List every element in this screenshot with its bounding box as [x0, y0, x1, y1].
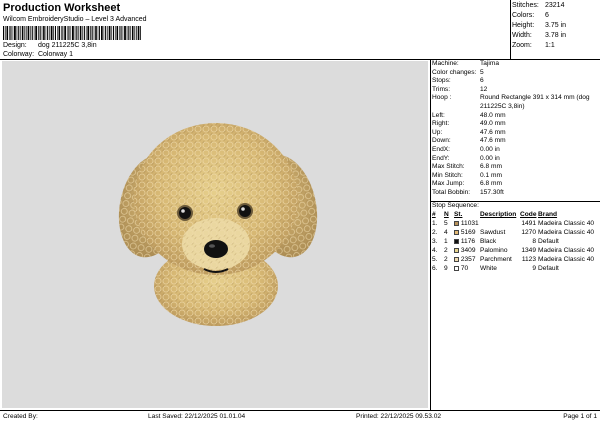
stop-sequence-header: # N St. Description Code Brand [432, 210, 598, 219]
worksheet-title: Production Worksheet [3, 2, 121, 14]
design-label: Design: [3, 42, 27, 49]
panel-divider [430, 59, 431, 410]
design-row: Design: dog 211225C 3,8in [3, 42, 97, 49]
info-max-jump: Max Jump: 6.8 mm [432, 180, 502, 188]
color-swatch [454, 247, 459, 253]
color-swatch [454, 238, 459, 244]
stat-height: Height: 3.75 in [512, 22, 567, 29]
info-stops: Stops: 6 [432, 77, 484, 85]
stop-sequence-title: Stop Sequence: [432, 202, 479, 209]
col-stitches: St. [454, 211, 463, 218]
stat-colors: Colors: 6 [512, 12, 549, 19]
col-needle: N [444, 211, 449, 218]
last-saved: Last Saved: 22/12/2025 01.01.04 [148, 413, 246, 420]
embroidery-dog-image [118, 123, 318, 326]
stat-width: Width: 3.78 in [512, 32, 567, 39]
col-brand: Brand [538, 211, 558, 218]
info-min-stitch: Min Stitch: 0.1 mm [432, 171, 502, 179]
design-value: dog 211225C 3,8in [37, 42, 97, 49]
table-row: 6. 9 70 White 9 Default [432, 265, 559, 272]
table-row: 2. 4 5169 Sawdust 1270 Madeira Classic 4… [432, 229, 595, 236]
software-name: Wilcom EmbroideryStudio – Level 3 Advanc… [3, 16, 147, 23]
col-number: # [432, 211, 436, 218]
info-color-changes: Color changes: 5 [432, 68, 484, 76]
table-row: 1. 5 11031 1491 Madeira Classic 40 [432, 220, 595, 227]
info-total-bobbin: Total Bobbin: 157.30ft [432, 188, 504, 196]
info-left: Left: 48.0 mm [432, 111, 506, 119]
color-swatch [454, 220, 459, 226]
color-swatch [454, 256, 459, 262]
info-endx: EndX: 0.00 in [432, 145, 500, 153]
barcode [3, 26, 141, 40]
table-row: 5. 2 2357 Parchment 1123 Madeira Classic… [432, 256, 595, 263]
info-right: Right: 49.0 mm [432, 120, 506, 128]
stat-stitches: Stitches: 23214 [512, 2, 565, 9]
colorway-row: Colorway: Colorway 1 [3, 51, 73, 58]
machine-info: Machine: Tajima Color changes: 5 Stops: 6 T… [432, 60, 598, 198]
design-preview [2, 61, 428, 408]
created-by: Created By: [3, 413, 38, 420]
info-trims: Trims: 12 [432, 85, 488, 93]
colorway-value: Colorway 1 [37, 51, 73, 58]
worksheet-footer: Created By: Last Saved: 22/12/2025 01.01… [0, 411, 600, 424]
info-up: Up: 47.6 mm [432, 128, 506, 136]
colorway-label: Colorway: [3, 51, 35, 58]
col-description: Description [480, 211, 517, 218]
info-down: Down: 47.6 mm [432, 137, 506, 145]
printed-date: Printed: 22/12/2025 09.53.02 [356, 413, 442, 420]
design-stats: Stitches: 23214 Colors: 6 Height: 3.75 in W… [512, 1, 598, 51]
col-code: Code [520, 211, 537, 218]
page-number: Page 1 of 1 [563, 413, 597, 420]
stat-zoom: Zoom: 1:1 [512, 42, 555, 49]
table-row: 3. 1 1176 Black 8 Default [432, 238, 559, 245]
info-endy: EndY: 0.00 in [432, 154, 500, 162]
info-machine: Machine: Tajima [432, 60, 500, 67]
info-max-stitch: Max Stitch: 6.8 mm [432, 163, 502, 171]
stop-sequence-table: # N St. Description Code Brand 1. 5 1103… [432, 210, 598, 273]
info-hoop: Hoop : Round Rectangle 391 x 314 mm (dog … [432, 94, 590, 110]
table-row: 4. 2 3409 Palomino 1349 Madeira Classic … [432, 247, 595, 254]
color-swatch [454, 229, 459, 235]
stats-divider [510, 0, 511, 59]
color-swatch [454, 265, 459, 271]
